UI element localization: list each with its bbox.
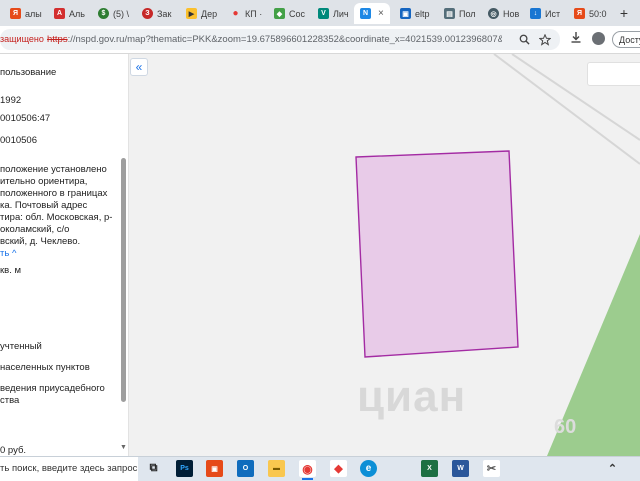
nspd-icon: N [360,8,371,19]
browser-tab[interactable]: ▣ eltp [394,3,438,24]
word-icon[interactable]: W [452,460,469,477]
dollar-icon: $ [98,8,109,19]
zoom-icon[interactable] [516,34,532,48]
access-button[interactable]: Досту [612,31,640,48]
outlook-icon[interactable]: O [237,460,254,477]
photoshop-icon[interactable]: Ps [176,460,193,477]
map-search-box[interactable] [587,62,640,86]
yandex-icon: Я [574,8,585,19]
tax-icon: V [318,8,329,19]
object-info-panel: пользование 1992 0010506:47 0010506 поло… [0,54,129,456]
scroll-down-arrow-icon[interactable]: ▼ [120,444,127,451]
new-tab-button[interactable]: + [614,3,634,23]
browser-tab[interactable]: З Зак [136,3,180,24]
land-parcel [355,150,519,358]
ymaps-icon: ▶ [186,8,197,19]
tab-title: Аль [69,8,85,19]
info-line: пользование [0,67,57,78]
taskbar-search-input[interactable]: ть поиск, введите здесь запрос [0,457,138,481]
info-line: 0 руб. [0,445,27,456]
paint3d-icon[interactable]: ◆ [330,460,347,477]
url-scheme: https [47,34,68,45]
panel-scrollbar[interactable]: ▼ [120,54,127,456]
collapse-text-link[interactable]: ть ^ [0,248,16,260]
browser-tab[interactable]: Я алы [4,3,46,24]
browser-tab-active[interactable]: N × [354,3,390,24]
info-line: 0010506 [0,135,37,146]
browser-tab-strip: Я алы А Аль $ (5) \ З Зак ▶ Дер ● КП · ◆… [0,0,640,26]
url-text[interactable]: https://nspd.gov.ru/map?thematic=PKK&zoo… [47,34,502,45]
tab-title: Дер [201,8,218,19]
info-line: учтенный [0,341,42,352]
gosuslugi-icon: ◆ [274,8,285,19]
info-line: ведения приусадебного [0,383,105,394]
profile-avatar-icon[interactable] [592,32,605,45]
info-line: 1992 [0,95,22,106]
edge-icon[interactable]: e [360,460,377,477]
browser-tab[interactable]: ◆ Сос [268,3,312,24]
scrollbar-thumb[interactable] [121,158,126,402]
tab-title: Зак [157,8,172,19]
yandex-icon: Я [10,8,21,19]
browser-tab[interactable]: V Лич [312,3,354,24]
info-line: положение установлено [0,164,107,175]
tab-title: Пол [459,8,476,19]
image-viewer-icon[interactable]: ▣ [206,460,223,477]
browser-tab[interactable]: А Аль [48,3,92,24]
info-line: населенных пунктов [0,362,90,373]
tab-title: алы [25,8,42,19]
location-pin-icon: ● [232,8,239,19]
tab-title: (5) \ [113,8,130,19]
chrome-icon[interactable]: ◉ [299,460,316,480]
info-line: ительно ориентира, [0,176,88,187]
info-line: положенного в границах [0,188,108,199]
alfabank-icon: А [54,8,65,19]
browser-tab[interactable]: ● КП · [224,3,268,24]
info-line: 0010506:47 [0,113,51,124]
collapse-panel-button[interactable]: « [130,58,148,76]
browser-tab[interactable]: Я 50:0 [568,3,612,24]
file-explorer-icon[interactable]: ▬ [268,460,285,477]
globe-icon: ◎ [488,8,499,19]
tab-title: Нов [503,8,520,19]
info-line: ства [0,395,20,406]
download-tray-icon[interactable] [568,31,584,46]
browser-tab[interactable]: ◎ Нов [482,3,524,24]
tab-title: Сос [289,8,306,19]
excel-icon[interactable]: X [421,460,438,477]
tab-title: eltp [415,8,430,19]
image-icon: ▣ [400,8,411,19]
document-icon: ▤ [444,8,455,19]
tab-title: КП · [245,8,263,19]
tray-overflow-icon[interactable]: ⌃ [604,460,621,477]
info-line: ка. Почтовый адрес [0,200,88,211]
url-rest: ://nspd.gov.ru/map?thematic=PKK&zoom=19.… [67,34,502,45]
security-label[interactable]: защищено [0,34,44,44]
zakupki-icon: З [142,8,153,19]
map-view[interactable]: « циан 60 [129,54,640,456]
info-line: кв. м [0,265,22,276]
info-line: околамский, с/о [0,224,70,235]
info-line: тира: обл. Московская, р- [0,212,113,223]
tab-title: Ист [545,8,561,19]
tab-title: Лич [333,8,349,19]
windows-taskbar: ть поиск, введите здесь запрос ⧉ Ps ▣ O … [0,456,640,481]
browser-tab[interactable]: ▤ Пол [438,3,482,24]
browser-tab[interactable]: ↓ Ист [524,3,568,24]
watermark-number: 60 [554,416,577,438]
watermark-logo: циан [357,372,467,421]
task-view-icon[interactable]: ⧉ [145,460,162,477]
info-line: вский, д. Чеклево. [0,236,81,247]
browser-tab[interactable]: $ (5) \ [92,3,136,24]
browser-tab[interactable]: ▶ Дер [180,3,224,24]
tab-title: 50:0 [589,8,607,19]
browser-toolbar: защищено https://nspd.gov.ru/map?themati… [0,26,640,54]
snipping-tool-icon[interactable]: ✂ [483,460,500,477]
bookmark-star-icon[interactable] [537,33,553,49]
close-tab-icon[interactable]: × [378,8,384,19]
address-bar[interactable]: защищено https://nspd.gov.ru/map?themati… [0,29,560,50]
download-icon: ↓ [530,8,541,19]
